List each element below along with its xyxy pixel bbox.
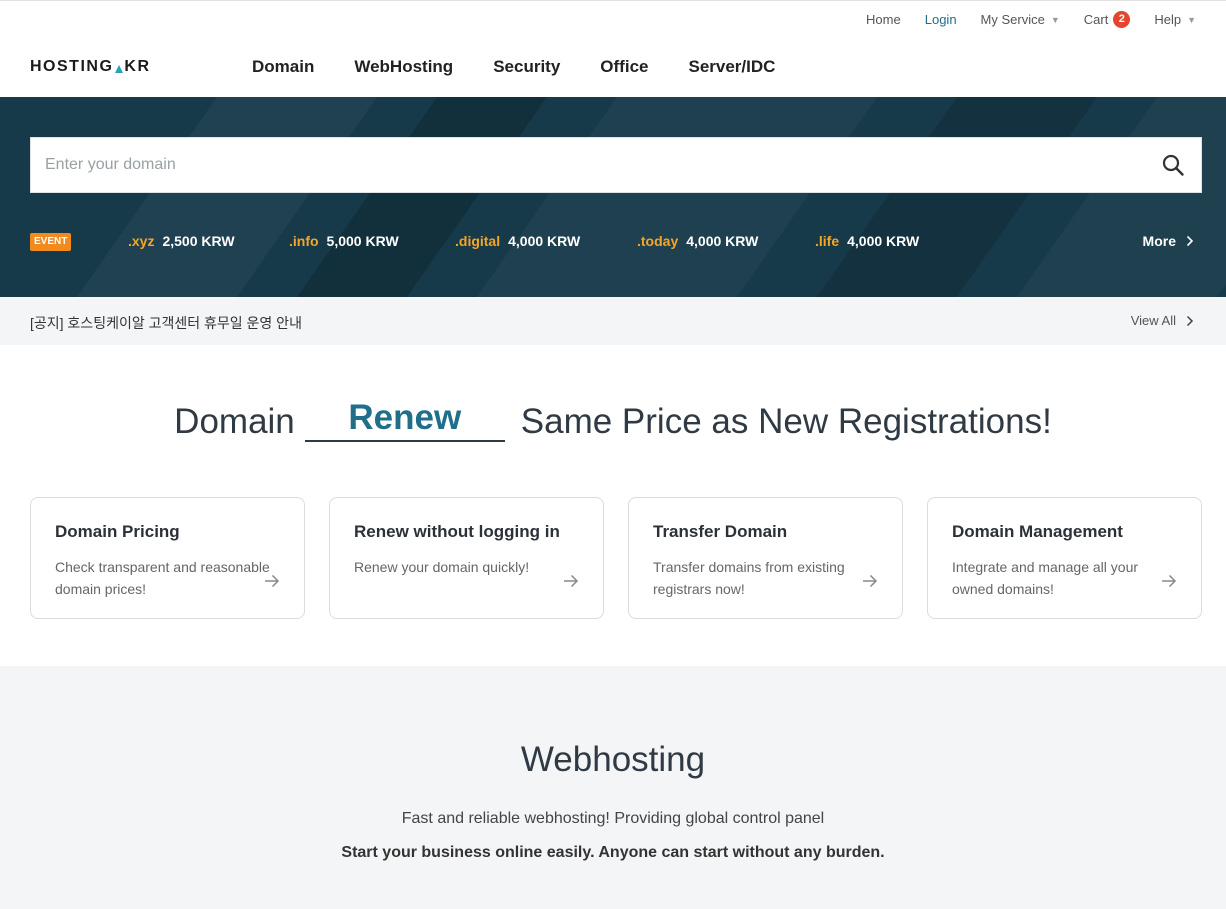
event-price: 4,000 KRW (847, 233, 920, 249)
card-desc: Check transparent and reasonable domain … (55, 559, 270, 597)
card-desc: Transfer domains from existing registrar… (653, 559, 845, 597)
search-icon[interactable] (1145, 137, 1201, 193)
help-menu[interactable]: Help ▼ (1154, 12, 1196, 27)
cart-count-badge: 2 (1113, 11, 1131, 28)
utility-bar: Home Login My Service ▼ Cart 2 Help ▼ (842, 11, 1196, 28)
notice-bar: [공지] 호스팅케이알 고객센터 휴무일 운영 안내 View All (0, 297, 1226, 345)
domain-search-hero: EVENT .xyz 2,500 KRW .info 5,000 KRW .digi… (0, 97, 1226, 297)
nav-domain[interactable]: Domain (252, 57, 314, 77)
card-domain-pricing[interactable]: Domain Pricing Check transparent and rea… (30, 497, 305, 619)
cart-link[interactable]: Cart 2 (1084, 11, 1131, 28)
webhosting-section: Webhosting Fast and reliable webhosting!… (0, 666, 1226, 909)
arrow-right-icon (863, 574, 878, 588)
logo-text-left: HOSTING (30, 58, 114, 75)
top-border (0, 0, 1226, 4)
event-ext: .info (289, 233, 319, 249)
event-item[interactable]: .life 4,000 KRW (815, 233, 919, 249)
cart-label: Cart (1083, 12, 1109, 27)
help-label: Help (1154, 12, 1182, 27)
event-item[interactable]: .today 4,000 KRW (637, 233, 758, 249)
chevron-down-icon: ▼ (1050, 14, 1060, 25)
card-domain-management[interactable]: Domain Management Integrate and manage a… (927, 497, 1202, 619)
webhosting-line1: Fast and reliable webhosting! Providing … (401, 810, 825, 827)
view-all-label: View All (1130, 313, 1176, 328)
arrow-right-icon (564, 574, 579, 588)
card-title: Renew without logging in (354, 522, 560, 541)
login-link[interactable]: Login (925, 12, 957, 27)
card-desc: Renew your domain quickly! (354, 559, 530, 575)
nav-webhosting[interactable]: WebHosting (354, 57, 453, 77)
nav-server-idc[interactable]: Server/IDC (688, 57, 775, 77)
more-label: More (1142, 233, 1176, 249)
event-price: 4,000 KRW (686, 233, 759, 249)
card-transfer-domain[interactable]: Transfer Domain Transfer domains from ex… (628, 497, 903, 619)
domain-search-box (30, 137, 1202, 193)
my-service-label: My Service (980, 12, 1045, 27)
event-ext: .today (637, 233, 679, 249)
arrow-right-icon (1162, 574, 1177, 588)
event-ext: .digital (455, 233, 501, 249)
nav-security[interactable]: Security (493, 57, 560, 77)
event-more-link[interactable]: More (1143, 233, 1194, 249)
renew-headline: Domain Renew Same Price as New Registrat… (0, 398, 1226, 442)
event-badge: EVENT (30, 233, 72, 251)
event-item[interactable]: .info 5,000 KRW (289, 233, 399, 249)
event-ext: .xyz (128, 233, 155, 249)
my-service-menu[interactable]: My Service ▼ (981, 12, 1060, 27)
domain-service-cards: Domain Pricing Check transparent and rea… (30, 497, 1202, 619)
event-price: 2,500 KRW (162, 233, 235, 249)
site-logo[interactable]: HOSTING KR (30, 58, 151, 76)
view-all-link[interactable]: View All (1131, 313, 1194, 328)
headline-prefix: Domain (174, 402, 295, 441)
arrow-right-icon (265, 574, 280, 588)
event-ticker: EVENT .xyz 2,500 KRW .info 5,000 KRW .digi… (30, 232, 1202, 252)
home-link[interactable]: Home (866, 12, 901, 27)
event-item[interactable]: .xyz 2,500 KRW (128, 233, 235, 249)
notice-text[interactable]: [공지] 호스팅케이알 고객센터 휴무일 운영 안내 (30, 313, 302, 333)
chevron-right-icon (1186, 315, 1194, 326)
nav-office[interactable]: Office (600, 57, 648, 77)
headline-keyword: Renew (304, 398, 505, 442)
card-title: Domain Pricing (55, 522, 180, 541)
event-ext: .life (815, 233, 840, 249)
card-title: Domain Management (952, 522, 1123, 541)
event-price: 5,000 KRW (326, 233, 399, 249)
main-nav: Domain WebHosting Security Office Server… (252, 57, 815, 77)
event-item[interactable]: .digital 4,000 KRW (455, 233, 580, 249)
logo-triangle-icon (115, 65, 124, 73)
domain-search-input[interactable] (31, 138, 1145, 192)
card-renew-without-login[interactable]: Renew without logging in Renew your doma… (329, 497, 604, 619)
card-title: Transfer Domain (653, 522, 788, 541)
chevron-right-icon (1186, 235, 1194, 247)
headline-suffix: Same Price as New Registrations! (520, 402, 1052, 441)
event-price: 4,000 KRW (508, 233, 581, 249)
card-desc: Integrate and manage all your owned doma… (952, 559, 1139, 597)
webhosting-line2: Start your business online easily. Anyon… (341, 844, 885, 861)
chevron-down-icon: ▼ (1187, 14, 1196, 25)
logo-text-right: KR (124, 58, 151, 75)
webhosting-title: Webhosting (520, 740, 706, 779)
